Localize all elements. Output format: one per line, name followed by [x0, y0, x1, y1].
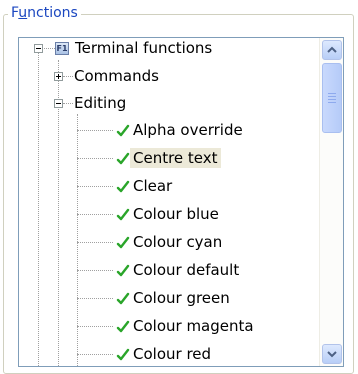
f1-key-icon: F1 — [55, 42, 69, 55]
green-check-icon — [116, 320, 130, 333]
green-check-icon — [116, 152, 130, 165]
tree-line — [63, 103, 73, 104]
tree-line — [38, 51, 39, 366]
tree-node-colour-default[interactable]: Colour default — [133, 260, 239, 280]
tree-node-alpha-override[interactable]: Alpha override — [133, 120, 243, 140]
tree-node-commands[interactable]: Commands — [74, 66, 159, 86]
tree-line — [77, 130, 113, 131]
tree-node-terminal-functions[interactable]: Terminal functions — [75, 38, 212, 58]
green-check-icon — [116, 236, 130, 249]
groupbox-title: Functions — [8, 5, 81, 21]
scroll-down-button[interactable] — [322, 344, 342, 364]
tree-line — [77, 298, 113, 299]
green-check-icon — [116, 124, 130, 137]
scroll-thumb[interactable] — [322, 63, 342, 133]
tree-line — [77, 354, 113, 355]
tree-line — [77, 214, 113, 215]
tree-node-colour-blue[interactable]: Colour blue — [133, 204, 219, 224]
tree-line — [77, 186, 113, 187]
collapse-root-button[interactable] — [34, 44, 43, 53]
tree-node-colour-green[interactable]: Colour green — [133, 288, 230, 308]
chevron-up-icon — [327, 46, 337, 53]
green-check-icon — [116, 348, 130, 361]
tree-line — [77, 158, 113, 159]
tree-line — [77, 326, 113, 327]
collapse-editing-button[interactable] — [54, 99, 63, 108]
vertical-scrollbar[interactable] — [319, 38, 343, 366]
functions-tree[interactable]: F1 Terminal functions Commands Editing A… — [19, 38, 319, 366]
tree-node-centre-text[interactable]: Centre text — [130, 148, 221, 168]
tree-node-clear[interactable]: Clear — [133, 176, 172, 196]
scroll-up-button[interactable] — [322, 40, 342, 60]
tree-node-colour-red[interactable]: Colour red — [133, 344, 211, 364]
tree-line — [77, 270, 113, 271]
green-check-icon — [116, 292, 130, 305]
tree-line — [44, 48, 55, 49]
chevron-down-icon — [327, 351, 337, 358]
tree-line — [63, 76, 73, 77]
green-check-icon — [116, 180, 130, 193]
expand-commands-button[interactable] — [54, 72, 63, 81]
tree-line — [77, 242, 113, 243]
tree-line — [77, 114, 78, 366]
tree-node-colour-magenta[interactable]: Colour magenta — [133, 316, 254, 336]
green-check-icon — [116, 264, 130, 277]
green-check-icon — [116, 208, 130, 221]
tree-node-colour-cyan[interactable]: Colour cyan — [133, 232, 222, 252]
tree-node-editing[interactable]: Editing — [74, 93, 126, 113]
functions-tree-panel[interactable]: F1 Terminal functions Commands Editing A… — [18, 37, 344, 367]
